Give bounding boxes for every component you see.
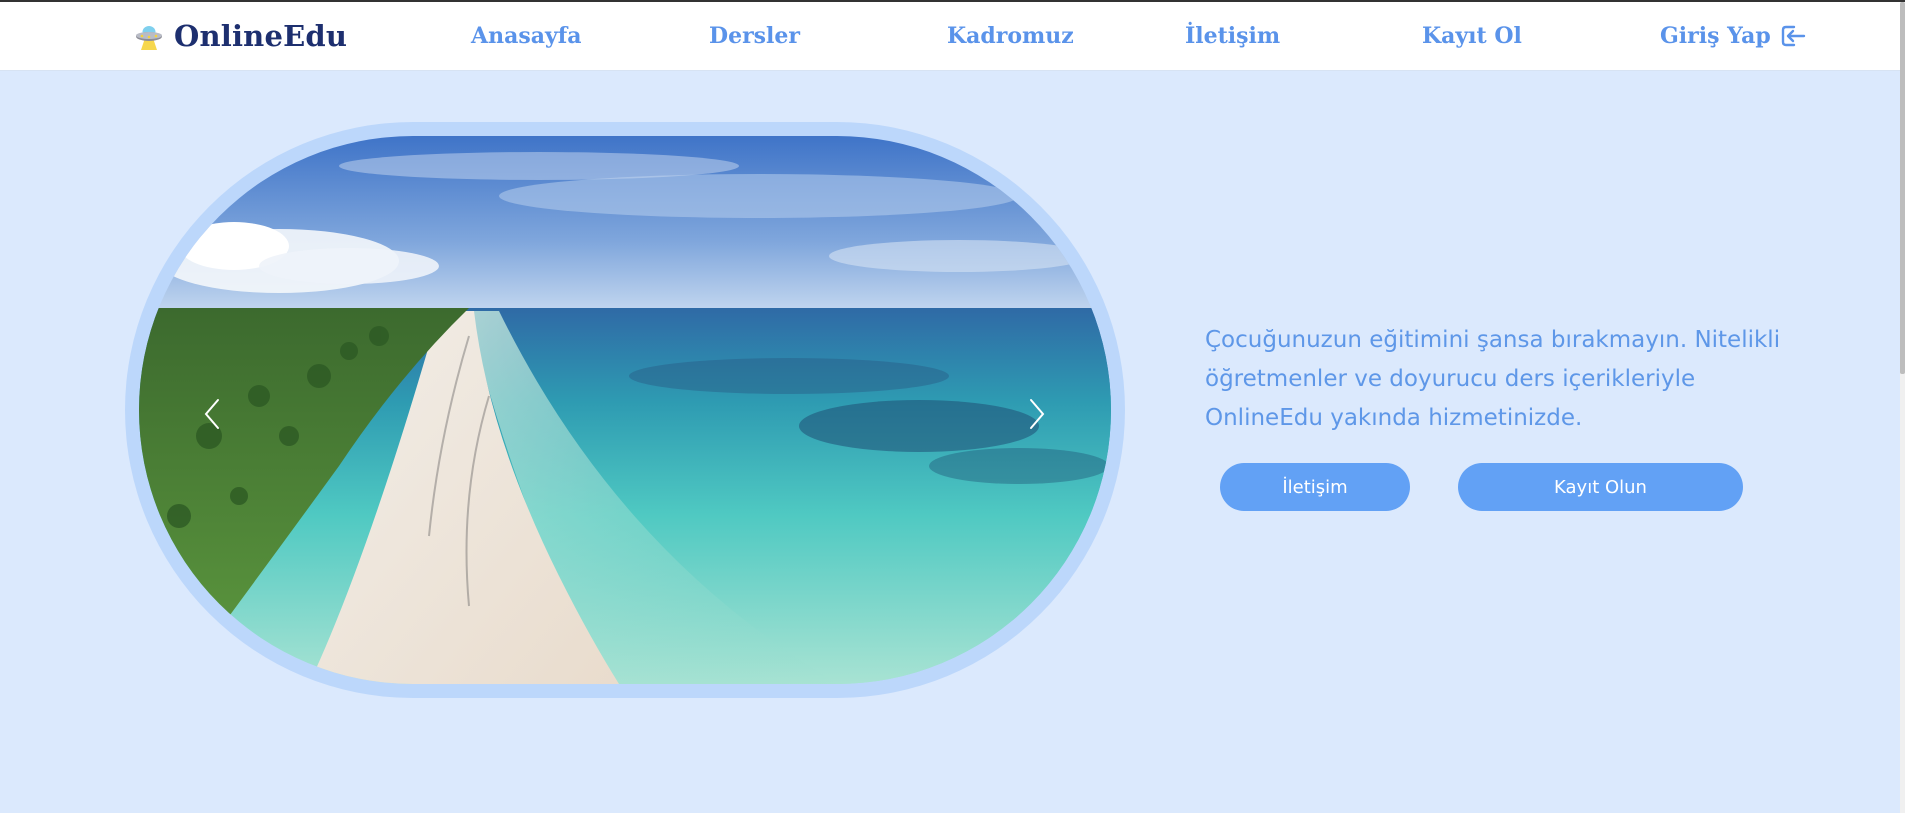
nav-link-login[interactable]: Giriş Yap bbox=[1660, 20, 1806, 52]
login-icon bbox=[1782, 25, 1806, 47]
ufo-icon bbox=[136, 26, 162, 50]
scrollbar-thumb[interactable] bbox=[1900, 2, 1905, 374]
page-scrollbar[interactable] bbox=[1900, 2, 1905, 813]
brand-logo-link[interactable]: OnlineEdu bbox=[134, 16, 347, 56]
navbar: OnlineEdu Anasayfa Dersler Kadromuz İlet… bbox=[0, 2, 1900, 71]
beach-aerial-image bbox=[139, 136, 1111, 684]
brand-name: OnlineEdu bbox=[174, 19, 348, 53]
chevron-left-icon bbox=[204, 399, 219, 429]
carousel-next-button[interactable] bbox=[1017, 389, 1057, 439]
chevron-right-icon bbox=[1030, 399, 1045, 429]
nav-link-contact[interactable]: İletişim bbox=[1185, 20, 1280, 52]
nav-link-register[interactable]: Kayıt Ol bbox=[1422, 20, 1522, 52]
nav-link-login-label: Giriş Yap bbox=[1660, 23, 1771, 49]
hero-image-frame bbox=[125, 122, 1125, 698]
contact-button[interactable]: İletişim bbox=[1220, 463, 1410, 511]
nav-link-courses[interactable]: Dersler bbox=[709, 20, 800, 52]
register-button[interactable]: Kayıt Olun bbox=[1458, 463, 1743, 511]
hero-tagline: Çocuğunuzun eğitimini şansa bırakmayın. … bbox=[1205, 327, 1781, 431]
nav-link-home[interactable]: Anasayfa bbox=[471, 20, 581, 52]
nav-link-staff[interactable]: Kadromuz bbox=[947, 20, 1074, 52]
carousel-prev-button[interactable] bbox=[192, 389, 232, 439]
hero-section: Çocuğunuzun eğitimini şansa bırakmayın. … bbox=[0, 71, 1900, 813]
